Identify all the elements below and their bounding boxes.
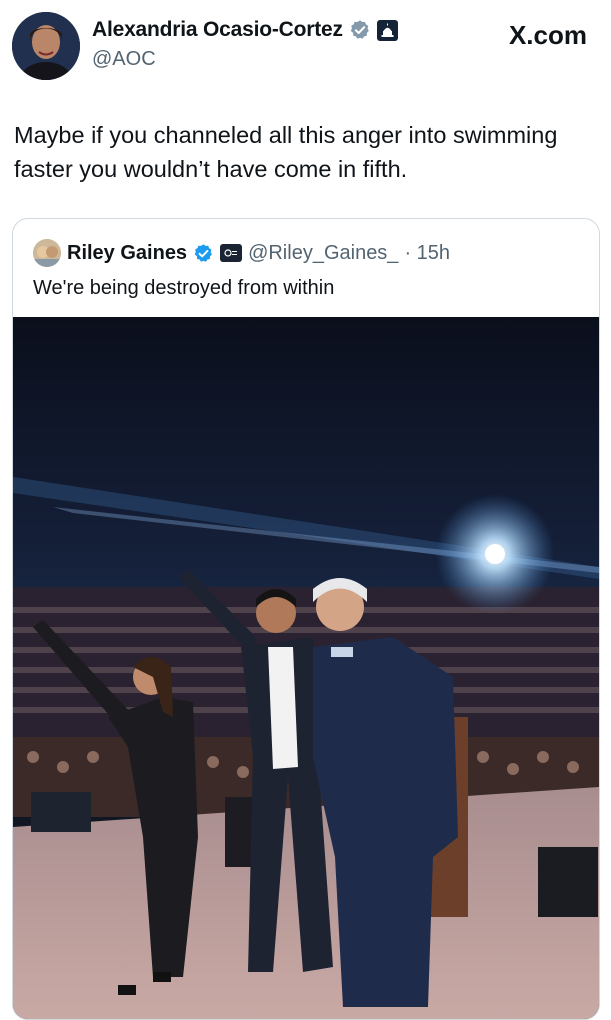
author-avatar-image: [12, 12, 80, 80]
author-handle[interactable]: @AOC: [92, 48, 156, 71]
capitol-dome-icon: [381, 23, 394, 37]
tweet-text: Maybe if you channeled all this anger in…: [14, 122, 558, 182]
quoted-tweet[interactable]: Riley Gaines @Riley_Gaines_ · 15h We're …: [12, 218, 600, 1020]
tweet-card: Alexandria Ocasio-Cortez @AOC X.com Mayb…: [0, 0, 611, 1020]
government-capitol-icon[interactable]: [376, 19, 398, 41]
site-label: X.com: [508, 20, 587, 50]
quoted-avatar-image: [33, 239, 61, 267]
quoted-author-name[interactable]: Riley Gaines: [67, 242, 187, 265]
quoted-author-handle[interactable]: @Riley_Gaines_: [248, 242, 398, 265]
organization-logo-icon[interactable]: [220, 244, 243, 262]
verified-blue-badge-icon[interactable]: [193, 243, 214, 264]
quoted-header: Riley Gaines @Riley_Gaines_ · 15h: [33, 239, 450, 267]
verified-gray-badge-icon[interactable]: [349, 19, 371, 41]
author-name-row: Alexandria Ocasio-Cortez: [92, 18, 398, 42]
quoted-timestamp[interactable]: · 15h: [404, 242, 450, 265]
quoted-author-avatar[interactable]: [33, 239, 61, 267]
author-avatar[interactable]: [12, 12, 80, 80]
quoted-photo[interactable]: [13, 317, 599, 1019]
author-display-name[interactable]: Alexandria Ocasio-Cortez: [92, 18, 343, 42]
org-logo-mark: [224, 249, 238, 257]
quoted-text: We're being destroyed from within: [33, 277, 335, 299]
